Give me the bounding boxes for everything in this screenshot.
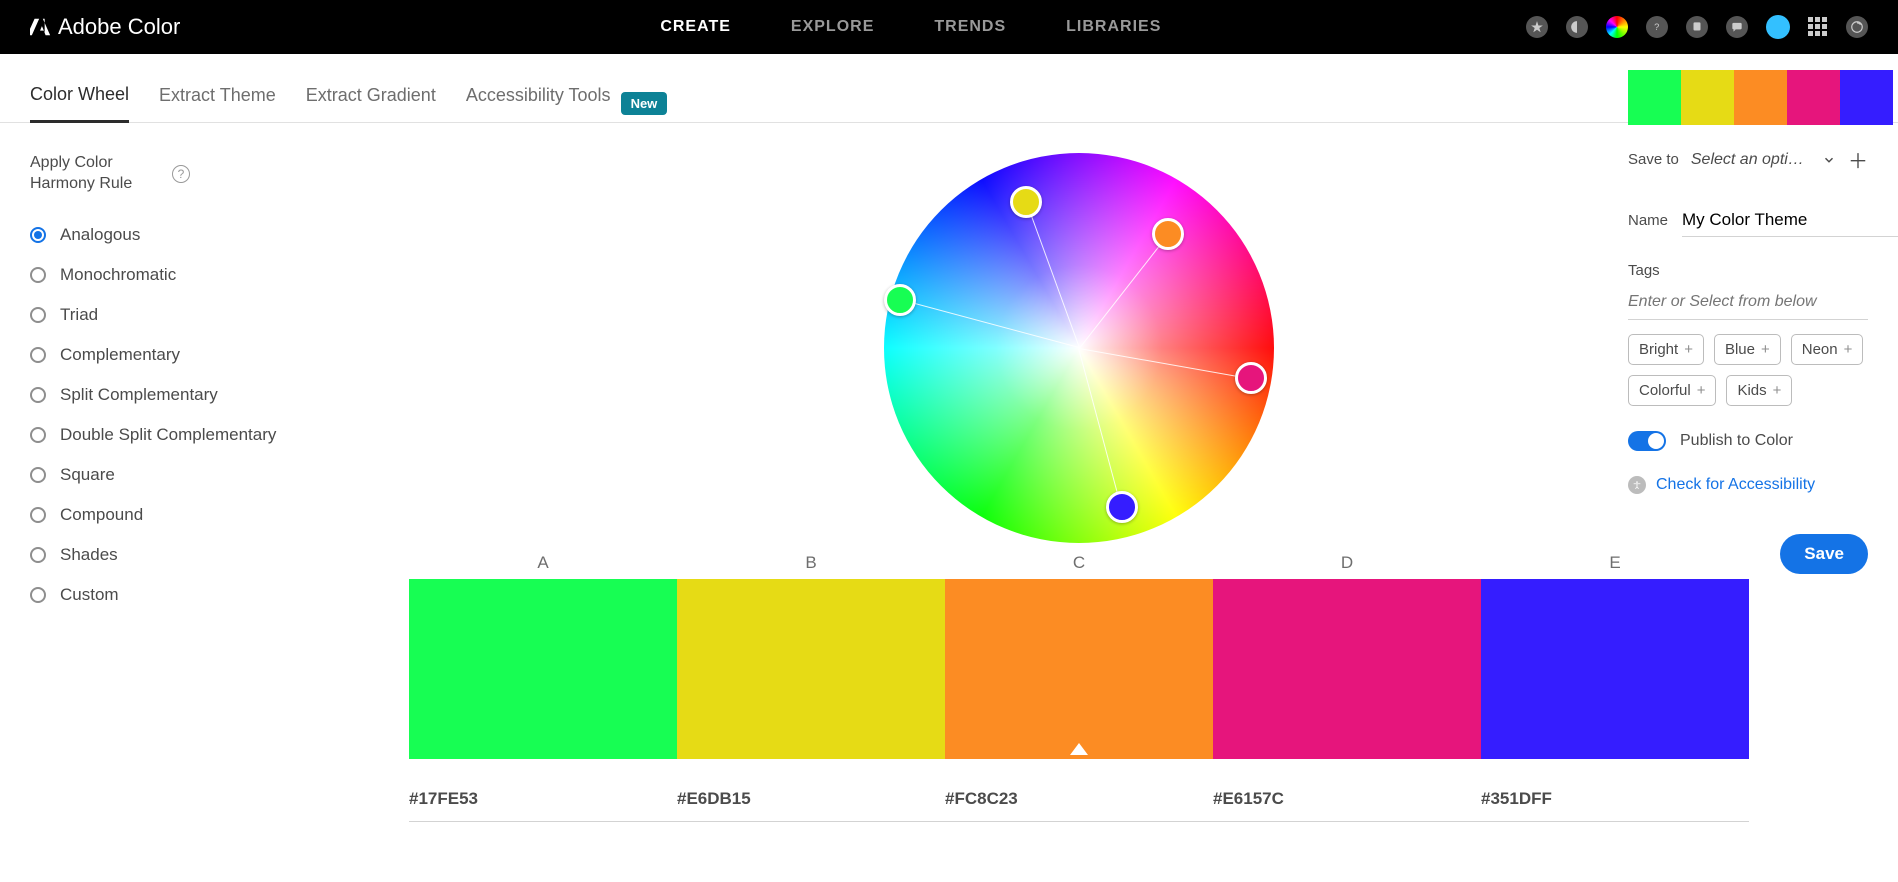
theme-name-input[interactable] — [1682, 204, 1898, 237]
publish-label: Publish to Color — [1680, 432, 1793, 450]
harmony-rule-complementary[interactable]: Complementary — [30, 345, 290, 365]
wheel-marker[interactable] — [1152, 218, 1184, 250]
color-wheel-icon[interactable] — [1606, 16, 1628, 38]
help-icon[interactable]: ? — [1646, 16, 1668, 38]
subtab-extract-theme[interactable]: Extract Theme — [159, 85, 276, 121]
add-library-button[interactable]: ＋ — [1848, 145, 1868, 174]
topnav-trends[interactable]: TRENDS — [934, 18, 1006, 36]
app-title: Adobe Color — [58, 14, 180, 40]
topnav-explore[interactable]: EXPLORE — [791, 18, 874, 36]
save-to-select[interactable]: Select an opti… — [1691, 151, 1836, 169]
subtab-extract-gradient[interactable]: Extract Gradient — [306, 85, 436, 121]
swatch-letter: A — [409, 553, 677, 573]
harmony-rule-compound[interactable]: Compound — [30, 505, 290, 525]
feedback-icon[interactable] — [1726, 16, 1748, 38]
topnav-libraries[interactable]: LIBRARIES — [1066, 18, 1161, 36]
wheel-marker[interactable] — [1010, 186, 1042, 218]
tags-label: Tags — [1628, 262, 1868, 279]
subtab-accessibility-tools[interactable]: Accessibility Tools — [466, 85, 611, 121]
help-tooltip-icon[interactable]: ? — [172, 165, 190, 183]
harmony-rule-label: Apply Color Harmony Rule — [30, 153, 160, 195]
hex-input-a[interactable] — [409, 779, 677, 821]
svg-text:?: ? — [1654, 22, 1659, 32]
swatch-e[interactable] — [1481, 579, 1749, 759]
color-wheel[interactable] — [884, 153, 1274, 543]
app-logo[interactable]: Adobe Color — [30, 14, 180, 40]
tag-chip-blue[interactable]: Blue + — [1714, 334, 1781, 365]
harmony-rule-triad[interactable]: Triad — [30, 305, 290, 325]
harmony-rule-custom[interactable]: Custom — [30, 585, 290, 605]
tags-input[interactable] — [1628, 285, 1868, 320]
avatar[interactable] — [1766, 15, 1790, 39]
tag-chip-kids[interactable]: Kids + — [1726, 375, 1792, 406]
swatch-letter: D — [1213, 553, 1481, 573]
tag-chip-colorful[interactable]: Colorful + — [1628, 375, 1716, 406]
wheel-marker[interactable] — [1235, 362, 1267, 394]
tag-chip-neon[interactable]: Neon + — [1791, 334, 1864, 365]
notification-icon[interactable] — [1686, 16, 1708, 38]
harmony-rule-split-complementary[interactable]: Split Complementary — [30, 385, 290, 405]
preview-swatches — [1628, 70, 1893, 125]
check-accessibility-link[interactable]: Check for Accessibility — [1656, 476, 1815, 494]
apps-grid-icon[interactable] — [1808, 17, 1828, 37]
contrast-icon[interactable] — [1566, 16, 1588, 38]
wheel-marker[interactable] — [884, 284, 916, 316]
wheel-marker[interactable] — [1106, 491, 1138, 523]
name-label: Name — [1628, 212, 1668, 229]
swatch-c[interactable] — [945, 579, 1213, 759]
cc-icon[interactable] — [1846, 16, 1868, 38]
accessibility-icon — [1628, 476, 1646, 494]
hex-input-e[interactable] — [1481, 779, 1749, 821]
new-badge: New — [621, 92, 668, 115]
harmony-rule-shades[interactable]: Shades — [30, 545, 290, 565]
swatch-letter: C — [945, 553, 1213, 573]
harmony-rule-square[interactable]: Square — [30, 465, 290, 485]
swatch-b[interactable] — [677, 579, 945, 759]
topnav-create[interactable]: CREATE — [660, 18, 731, 36]
save-to-label: Save to — [1628, 151, 1679, 168]
harmony-rule-monochromatic[interactable]: Monochromatic — [30, 265, 290, 285]
swatch-a[interactable] — [409, 579, 677, 759]
harmony-rule-double-split-complementary[interactable]: Double Split Complementary — [30, 425, 290, 445]
harmony-rule-analogous[interactable]: Analogous — [30, 225, 290, 245]
hex-input-b[interactable] — [677, 779, 945, 821]
top-nav: CREATE EXPLORE TRENDS LIBRARIES — [660, 18, 1161, 36]
hex-input-d[interactable] — [1213, 779, 1481, 821]
chevron-down-icon — [1822, 153, 1836, 167]
star-icon[interactable] — [1526, 16, 1548, 38]
hex-input-c[interactable] — [945, 779, 1213, 821]
subtab-color-wheel[interactable]: Color Wheel — [30, 84, 129, 123]
swatch-letter: B — [677, 553, 945, 573]
swatch-d[interactable] — [1213, 579, 1481, 759]
save-button[interactable]: Save — [1780, 534, 1868, 574]
publish-toggle[interactable] — [1628, 431, 1666, 451]
tag-chip-bright[interactable]: Bright + — [1628, 334, 1704, 365]
